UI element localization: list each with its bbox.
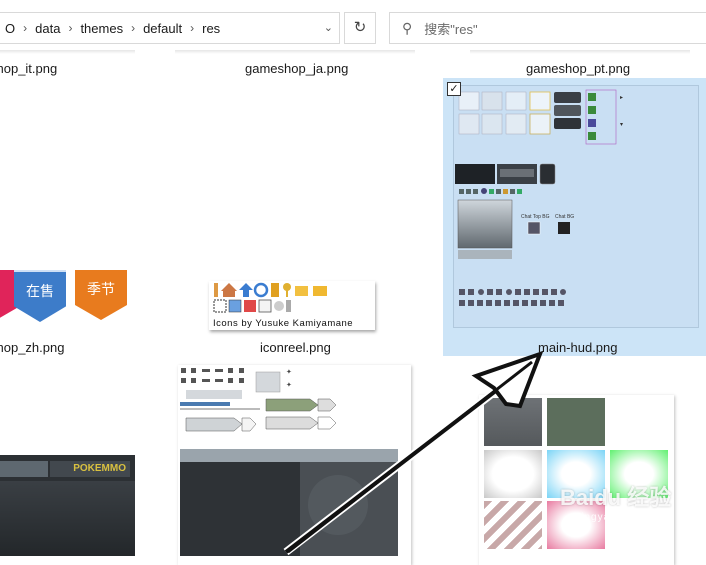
thumbnail-iconreel: Icons by Yusuke Kamiyamane (209, 281, 375, 330)
search-input[interactable]: 搜索"res" (424, 19, 477, 38)
iconreel-caption: Icons by Yusuke Kamiyamane (213, 318, 354, 329)
banner: 在售 (14, 270, 66, 322)
file-name[interactable]: shop_it.png (0, 61, 57, 76)
banner: 季节 (75, 270, 127, 320)
hud-label: Chat BG (555, 214, 574, 220)
hud-label: Chat Top BG (521, 214, 550, 220)
selection-checkbox[interactable]: ✓ (447, 82, 461, 96)
refresh-button[interactable]: ↻ (344, 12, 376, 44)
panel-body (0, 481, 135, 556)
thumbnail-main-hud: ▸ ▾ Chat Top BG Chat BG (453, 85, 699, 328)
thumbnail-shop-zh: 在售 季节 (0, 268, 140, 332)
chevron-right-icon[interactable]: › (21, 21, 29, 35)
search-icon: ⚲ (402, 19, 413, 36)
breadcrumb-item[interactable]: default (137, 21, 188, 36)
annotation-arrow-icon (283, 350, 544, 556)
breadcrumb-item[interactable]: O (0, 21, 21, 36)
svg-text:▸: ▸ (620, 95, 623, 101)
chevron-right-icon[interactable]: › (129, 21, 137, 35)
address-bar[interactable]: O › data › themes › default › res ⌄ (0, 12, 340, 44)
file-name[interactable]: gameshop_ja.png (245, 61, 348, 76)
tile-edge (0, 50, 135, 54)
svg-text:▾: ▾ (620, 122, 623, 128)
tile-edge (175, 50, 415, 54)
logo-text: POKEMMO (50, 461, 130, 477)
watermark-url: jingyan.baidu.com (578, 512, 676, 523)
watermark-logo: Baidu 经验 (560, 485, 672, 510)
chevron-right-icon[interactable]: › (66, 21, 74, 35)
thumbnail-dark-panel: POKEMMO (0, 455, 135, 556)
chevron-down-icon[interactable]: ⌄ (324, 21, 333, 34)
file-name[interactable]: gameshop_pt.png (526, 61, 630, 76)
file-name[interactable]: shop_zh.png (0, 340, 64, 355)
breadcrumb-item[interactable]: res (196, 21, 226, 36)
tile-edge (470, 50, 690, 54)
breadcrumb-item[interactable]: data (29, 21, 66, 36)
breadcrumb-item[interactable]: themes (74, 21, 129, 36)
toolbar: O › data › themes › default › res ⌄ ↻ ⚲ … (0, 0, 706, 56)
search-box[interactable]: ⚲ 搜索"res" (389, 12, 706, 44)
panel-bar (0, 461, 48, 477)
chevron-right-icon[interactable]: › (188, 21, 196, 35)
